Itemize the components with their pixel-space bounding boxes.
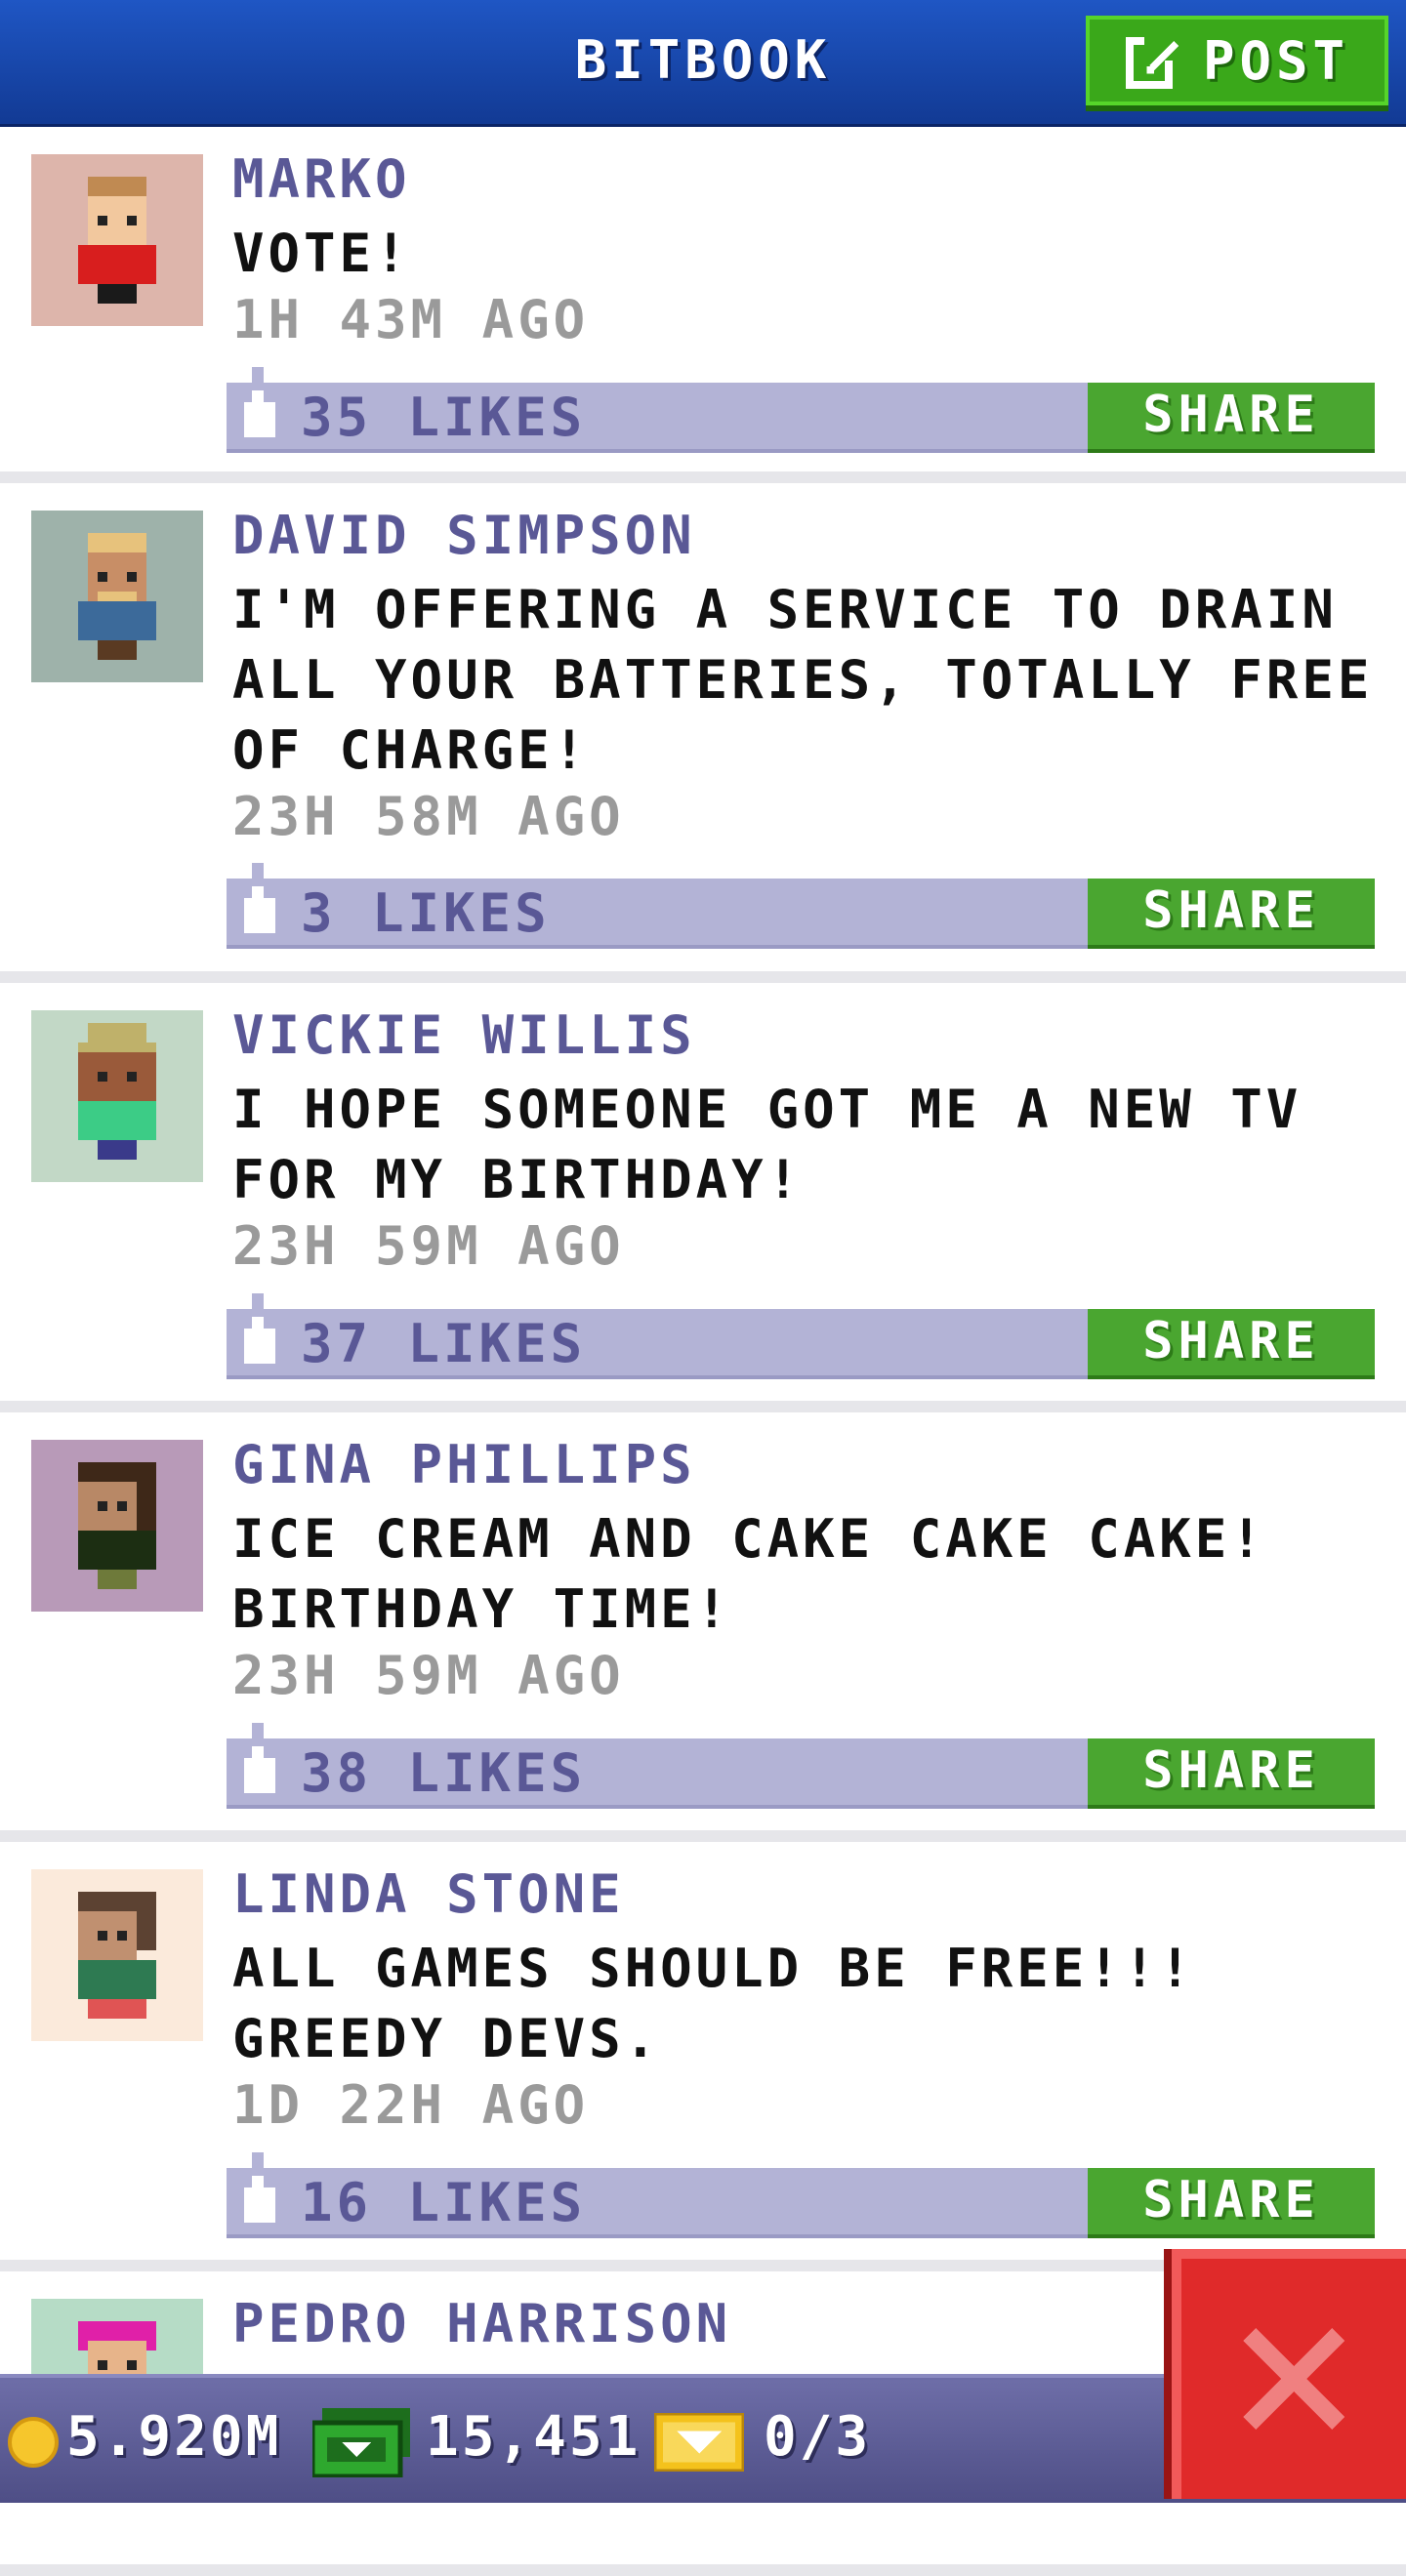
share-button[interactable]: SHARE bbox=[1088, 383, 1375, 453]
likes-count: 35 LIKES bbox=[301, 387, 587, 448]
tickets-value: 0/3 bbox=[764, 2405, 872, 2469]
post-timestamp: 23H 59M AGO bbox=[232, 1215, 625, 1277]
thumbs-up-icon bbox=[244, 1293, 275, 1364]
cash-icon bbox=[312, 2408, 410, 2477]
like-bar[interactable]: 16 LIKES SHARE bbox=[227, 2152, 1375, 2238]
post-timestamp: 1H 43M AGO bbox=[232, 289, 590, 350]
share-button[interactable]: SHARE bbox=[1088, 2168, 1375, 2238]
avatar bbox=[31, 1440, 203, 1612]
post-author[interactable]: GINA PHILLIPS bbox=[232, 1434, 696, 1495]
like-bar[interactable]: 38 LIKES SHARE bbox=[227, 1723, 1375, 1809]
edit-icon bbox=[1125, 31, 1183, 89]
feed-post: GINA PHILLIPS ICE CREAM AND CAKE CAKE CA… bbox=[0, 1412, 1406, 1830]
like-bar[interactable]: 3 LIKES SHARE bbox=[227, 863, 1375, 949]
feed-post: VICKIE WILLIS I HOPE SOMEONE GOT ME A NE… bbox=[0, 983, 1406, 1401]
post-author[interactable]: DAVID SIMPSON bbox=[232, 505, 696, 566]
avatar bbox=[31, 511, 203, 682]
post-author[interactable]: MARKO bbox=[232, 148, 411, 210]
post-message: I'M OFFERING A SERVICE TO DRAIN ALL YOUR… bbox=[232, 579, 1374, 781]
feed-post: DAVID SIMPSON I'M OFFERING A SERVICE TO … bbox=[0, 483, 1406, 971]
post-message: ALL GAMES SHOULD BE FREE!!! GREEDY DEVS. bbox=[232, 1938, 1195, 2069]
thumbs-up-icon bbox=[244, 863, 275, 933]
coins-value: 5.920M bbox=[66, 2405, 282, 2469]
avatar bbox=[31, 1010, 203, 1182]
post-timestamp: 1D 22H AGO bbox=[232, 2074, 590, 2136]
post-message: I HOPE SOMEONE GOT ME A NEW TV FOR MY BI… bbox=[232, 1079, 1303, 1210]
feed-list[interactable]: MARKO VOTE! 1H 43M AGO 35 LIKES SHARE DA… bbox=[0, 127, 1406, 2576]
post-message: ICE CREAM AND CAKE CAKE CAKE! BIRTHDAY T… bbox=[232, 1508, 1266, 1640]
share-button[interactable]: SHARE bbox=[1088, 879, 1375, 949]
post-timestamp: 23H 58M AGO bbox=[232, 786, 625, 847]
share-button[interactable]: SHARE bbox=[1088, 1309, 1375, 1379]
post-button-label: POST bbox=[1202, 29, 1350, 92]
post-timestamp: 23H 59M AGO bbox=[232, 1645, 625, 1706]
feed-post: MARKO VOTE! 1H 43M AGO 35 LIKES SHARE bbox=[0, 127, 1406, 471]
like-bar[interactable]: 35 LIKES SHARE bbox=[227, 367, 1375, 453]
thumbs-up-icon bbox=[244, 367, 275, 437]
likes-count: 37 LIKES bbox=[301, 1313, 587, 1374]
bux-value: 15,451 bbox=[426, 2405, 641, 2469]
close-button[interactable] bbox=[1172, 2249, 1406, 2499]
feed-post: LINDA STONE ALL GAMES SHOULD BE FREE!!! … bbox=[0, 1842, 1406, 2260]
post-message: VOTE! bbox=[232, 223, 411, 284]
thumbs-up-icon bbox=[244, 1723, 275, 1793]
avatar bbox=[31, 1869, 203, 2041]
post-author[interactable]: PEDRO HARRISON bbox=[232, 2293, 731, 2354]
close-icon bbox=[1243, 2328, 1344, 2430]
top-bar: BITBOOK POST bbox=[0, 0, 1406, 127]
likes-count: 38 LIKES bbox=[301, 1742, 587, 1804]
thumbs-up-icon bbox=[244, 2152, 275, 2223]
coin-icon bbox=[8, 2417, 59, 2468]
post-author[interactable]: LINDA STONE bbox=[232, 1863, 625, 1925]
avatar bbox=[31, 154, 203, 326]
share-button[interactable]: SHARE bbox=[1088, 1738, 1375, 1809]
post-button[interactable]: POST bbox=[1086, 16, 1388, 105]
likes-count: 16 LIKES bbox=[301, 2172, 587, 2233]
ticket-icon bbox=[654, 2413, 744, 2472]
like-bar[interactable]: 37 LIKES SHARE bbox=[227, 1293, 1375, 1379]
post-author[interactable]: VICKIE WILLIS bbox=[232, 1004, 696, 1066]
likes-count: 3 LIKES bbox=[301, 882, 551, 944]
